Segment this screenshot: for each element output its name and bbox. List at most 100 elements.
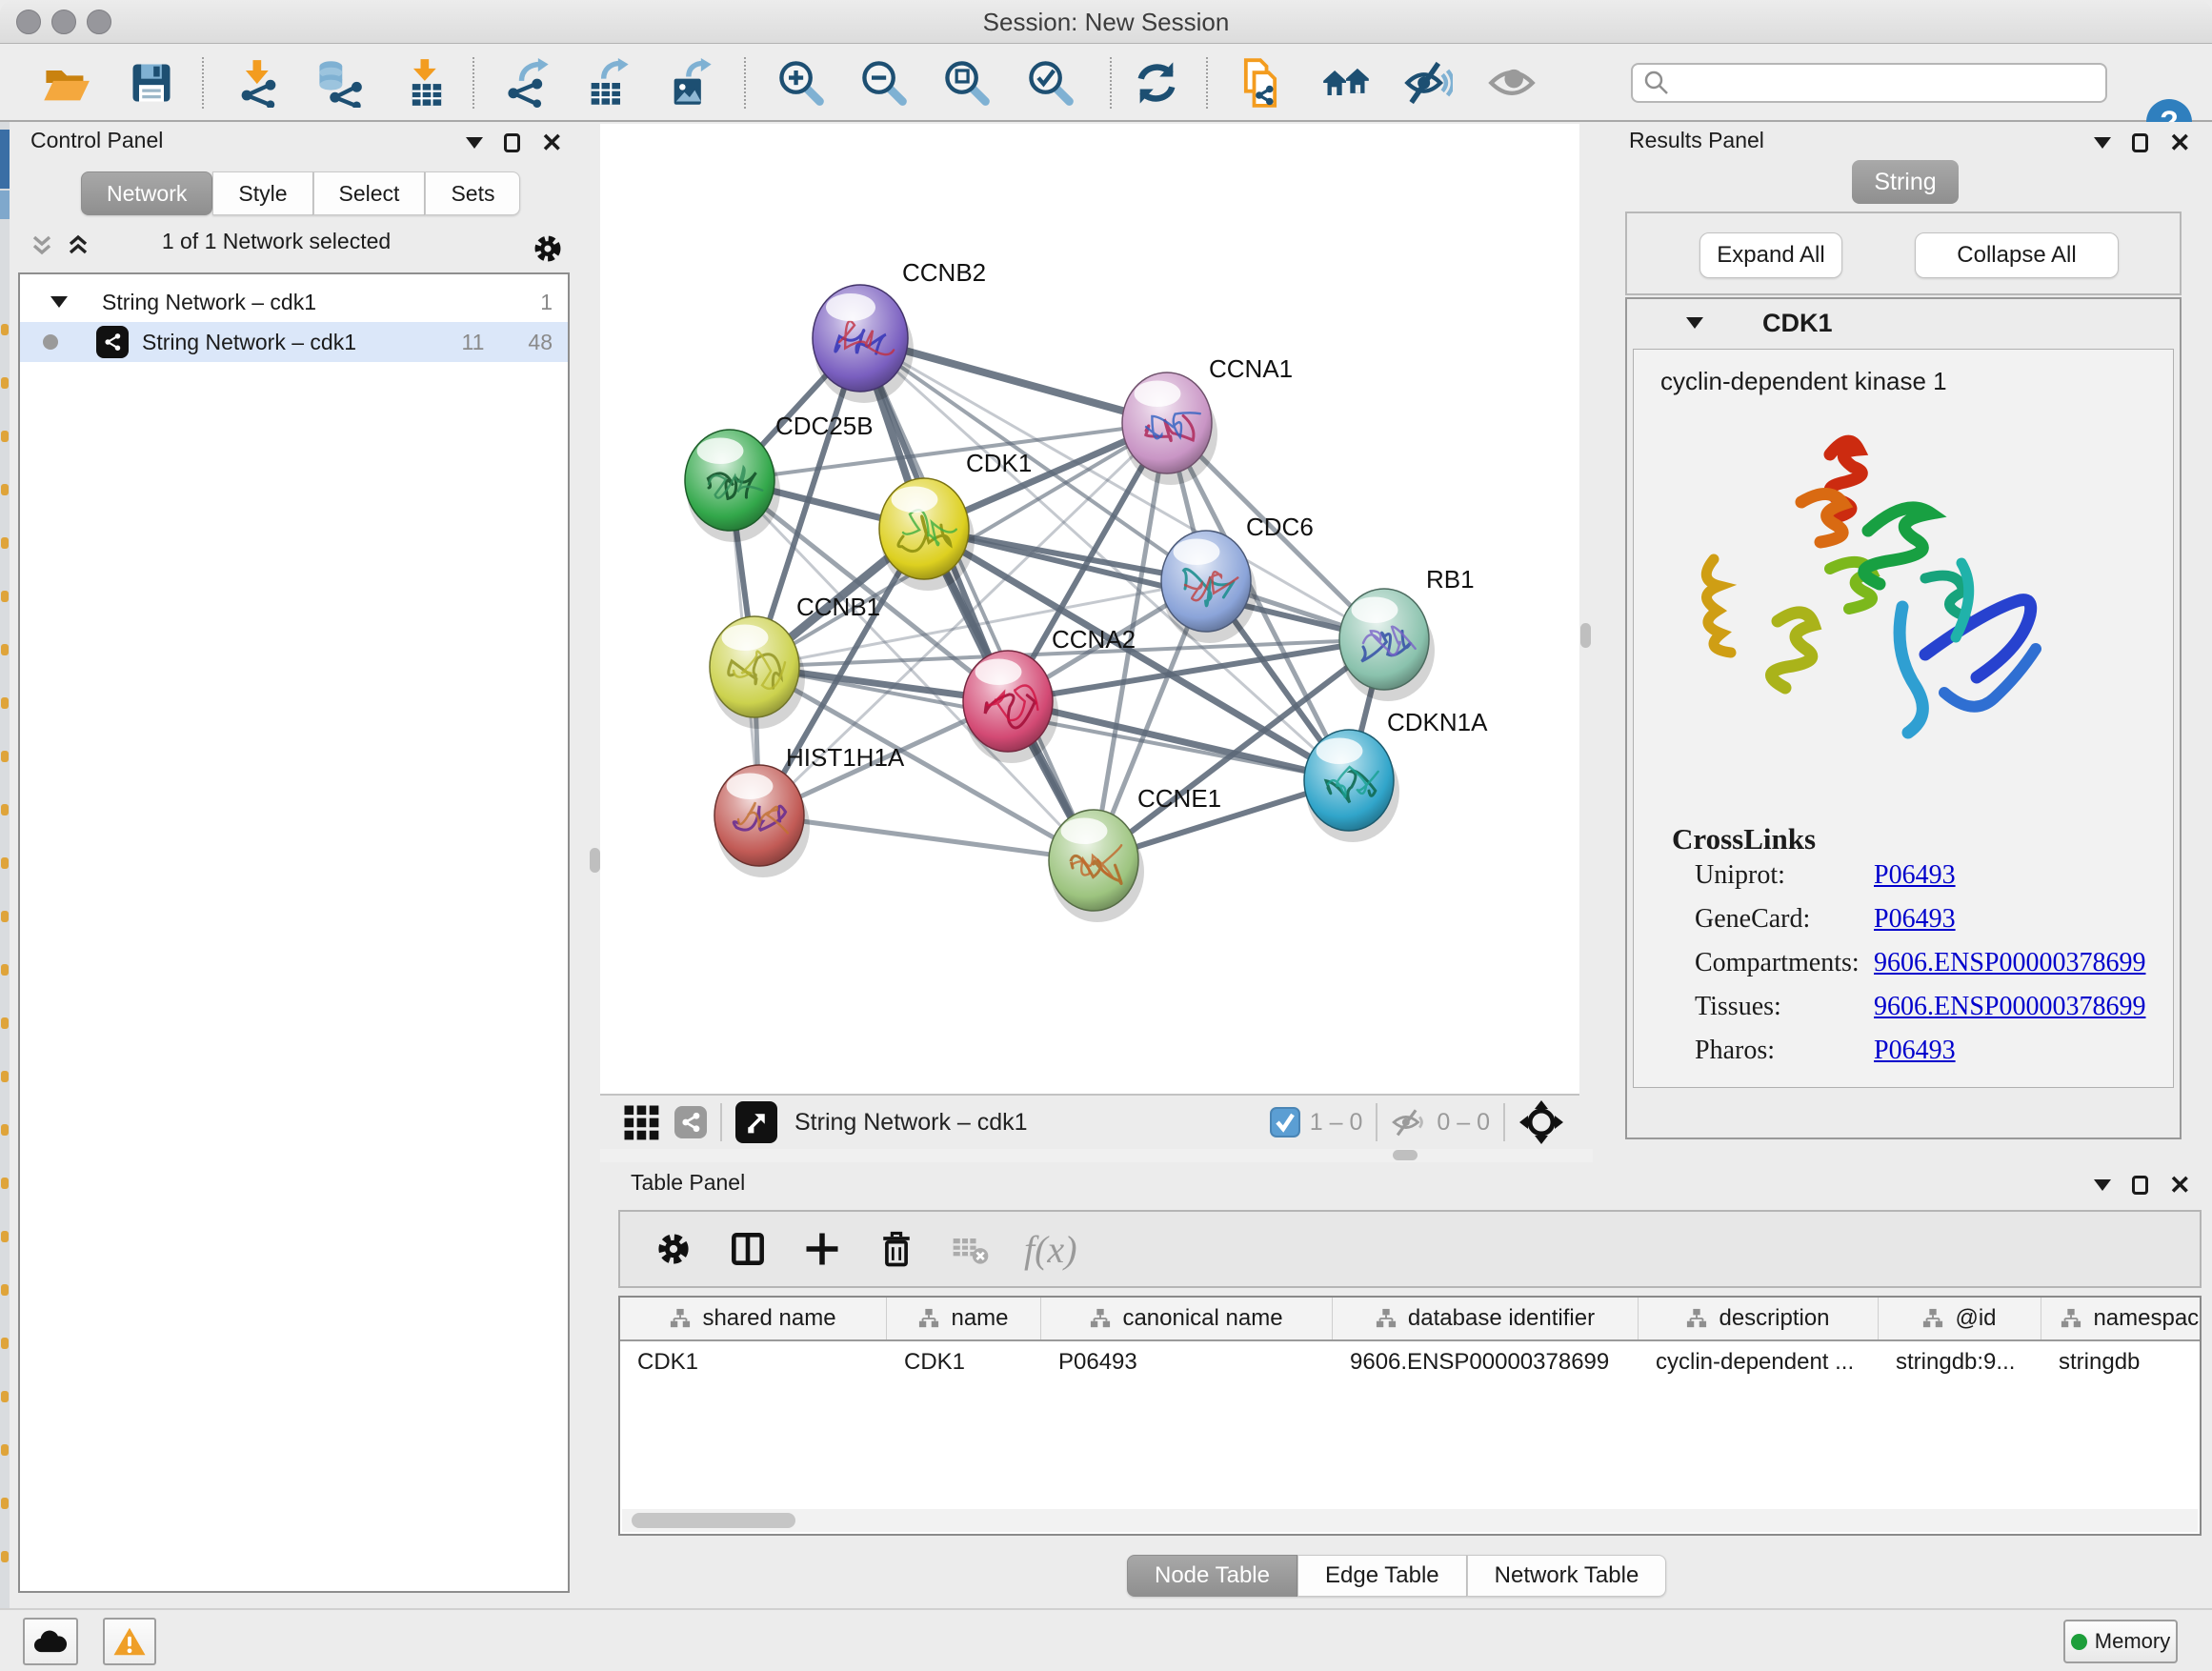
node-table[interactable]: shared namenamecanonical namedatabase id… [618, 1296, 2202, 1536]
memory-button[interactable]: Memory [2063, 1620, 2178, 1663]
pan-crosshair-icon[interactable] [1518, 1099, 1564, 1145]
zoom-out-icon[interactable] [856, 55, 912, 111]
zoom-selected-icon[interactable] [1023, 55, 1078, 111]
column-header-name[interactable]: name [887, 1298, 1041, 1339]
column-header-id[interactable]: @id [1879, 1298, 2041, 1339]
float-panel-icon[interactable] [2094, 137, 2111, 149]
node-CDC25B[interactable]: CDC25B [685, 412, 874, 542]
warnings-button[interactable] [103, 1618, 156, 1665]
maximize-panel-icon[interactable] [2132, 133, 2148, 152]
birds-eye-view-icon[interactable] [735, 1101, 777, 1143]
node-CCNB2[interactable]: CCNB2 [813, 258, 986, 403]
close-panel-icon[interactable]: ✕ [2169, 1176, 2191, 1195]
first-neighbors-icon[interactable] [1318, 55, 1374, 111]
node-label-CDC6: CDC6 [1246, 513, 1314, 541]
tab-style[interactable]: Style [212, 171, 312, 215]
expand-collapse-box: Expand All Collapse All [1625, 211, 2182, 295]
export-table-icon[interactable] [580, 55, 635, 111]
table-cell: P06493 [1041, 1341, 1333, 1383]
hidden-eye-slash-icon[interactable] [1391, 1107, 1427, 1137]
delete-column-icon[interactable] [875, 1228, 917, 1270]
network-canvas[interactable]: CCNB2CCNA1CDC25BCDK1CDC6RB1CCNB1CCNA2CDK… [600, 124, 1579, 1094]
export-network-icon[interactable] [500, 55, 555, 111]
splitter-handle[interactable] [590, 848, 600, 873]
collapse-gene-icon[interactable] [1686, 317, 1703, 329]
tab-network[interactable]: Network [81, 171, 212, 215]
import-network-from-database-icon[interactable] [312, 55, 367, 111]
background-dot [1, 911, 9, 922]
selected-checkbox-icon[interactable] [1270, 1107, 1300, 1137]
crosslink-link[interactable]: 9606.ENSP00000378699 [1874, 948, 2145, 992]
selected-counter: 1 – 0 [1310, 1109, 1363, 1137]
search-box[interactable] [1631, 63, 2107, 103]
node-label-CDC25B: CDC25B [775, 412, 874, 440]
cloud-button[interactable] [23, 1618, 78, 1665]
column-header-namespace[interactable]: namespace [2041, 1298, 2202, 1339]
control-panel-title: Control Panel [30, 128, 163, 153]
scrollbar-thumb[interactable] [632, 1513, 795, 1528]
float-panel-icon[interactable] [466, 137, 483, 149]
node-CCNA2[interactable]: CCNA2 [963, 625, 1136, 763]
crosslink-link[interactable]: P06493 [1874, 904, 1956, 948]
tab-sets[interactable]: Sets [425, 171, 520, 215]
import-table-icon[interactable] [399, 55, 454, 111]
maximize-panel-icon[interactable] [504, 133, 520, 152]
zoom-fit-icon[interactable] [939, 55, 995, 111]
apply-layout-icon[interactable] [1129, 55, 1184, 111]
gene-section-header[interactable]: CDK1 [1627, 299, 2180, 347]
tab-edge-table[interactable]: Edge Table [1297, 1555, 1467, 1597]
tab-node-table[interactable]: Node Table [1127, 1555, 1297, 1597]
export-image-icon[interactable] [663, 55, 718, 111]
toolbar-separator [744, 57, 746, 109]
zoom-in-icon[interactable] [774, 55, 829, 111]
node-HIST1H1A[interactable]: HIST1H1A [714, 743, 905, 877]
splitter-handle[interactable] [1580, 623, 1591, 648]
node-CCNA1[interactable]: CCNA1 [1122, 354, 1293, 485]
node-CDKN1A[interactable]: CDKN1A [1304, 708, 1488, 842]
add-column-icon[interactable] [801, 1228, 843, 1270]
table-horizontal-scrollbar[interactable] [622, 1509, 2198, 1532]
table-settings-gear-icon[interactable] [653, 1228, 694, 1270]
column-header-database-identifier[interactable]: database identifier [1333, 1298, 1639, 1339]
node-RB1[interactable]: RB1 [1339, 565, 1475, 701]
node-CCNE1[interactable]: CCNE1 [1049, 784, 1221, 922]
search-input[interactable] [1671, 70, 2105, 96]
network-collection-row[interactable]: String Network – cdk1 1 [20, 282, 568, 322]
grid-view-icon[interactable] [621, 1102, 661, 1142]
collection-expand-icon[interactable] [50, 296, 68, 308]
collapse-all-button[interactable]: Collapse All [1915, 232, 2119, 278]
background-dot [1, 1178, 9, 1189]
crosslink-link[interactable]: P06493 [1874, 1036, 1956, 1079]
open-file-icon[interactable] [38, 55, 93, 111]
show-all-icon[interactable] [1484, 55, 1539, 111]
crosslink-row: GeneCard:P06493 [1695, 904, 2152, 948]
crosslink-link[interactable]: P06493 [1874, 860, 1956, 904]
new-network-from-selection-icon[interactable] [1233, 55, 1288, 111]
table-row[interactable]: CDK1CDK1P064939606.ENSP00000378699cyclin… [620, 1341, 2200, 1383]
close-panel-icon[interactable]: ✕ [2169, 133, 2191, 152]
hide-selected-icon[interactable] [1400, 55, 1456, 111]
tab-network-table[interactable]: Network Table [1467, 1555, 1667, 1597]
gear-icon[interactable] [530, 231, 566, 267]
crosslink-link[interactable]: 9606.ENSP00000378699 [1874, 992, 2145, 1036]
network-overview-icon[interactable] [674, 1106, 707, 1138]
network-row-selected[interactable]: String Network – cdk1 11 48 [20, 322, 568, 362]
float-panel-icon[interactable] [2094, 1179, 2111, 1191]
maximize-panel-icon[interactable] [2132, 1176, 2148, 1195]
node-CDC6[interactable]: CDC6 [1161, 513, 1314, 643]
warning-icon [112, 1626, 147, 1657]
string-network-graph[interactable]: CCNB2CCNA1CDC25BCDK1CDC6RB1CCNB1CCNA2CDK… [600, 124, 1579, 1094]
tab-string[interactable]: String [1852, 160, 1959, 204]
edge-CCNB2-CCNE1[interactable] [860, 338, 1094, 860]
tab-select[interactable]: Select [313, 171, 426, 215]
splitter-handle[interactable] [1393, 1150, 1418, 1160]
import-network-from-file-icon[interactable] [231, 55, 287, 111]
close-panel-icon[interactable]: ✕ [541, 133, 563, 152]
expand-all-button[interactable]: Expand All [1699, 232, 1842, 278]
column-header-description[interactable]: description [1639, 1298, 1879, 1339]
show-columns-icon[interactable] [727, 1228, 769, 1270]
column-header-shared-name[interactable]: shared name [620, 1298, 887, 1339]
background-dot [1, 1391, 9, 1402]
column-header-canonical-name[interactable]: canonical name [1041, 1298, 1333, 1339]
save-session-icon[interactable] [124, 55, 179, 111]
